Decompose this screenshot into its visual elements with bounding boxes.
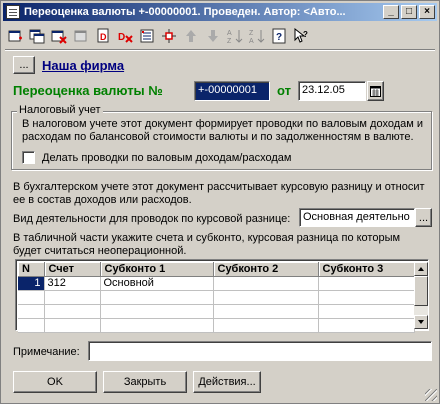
document-title-label: Переоценка валюты № bbox=[13, 83, 163, 98]
table-cell[interactable] bbox=[318, 318, 415, 333]
activity-label: Вид деятельности для проводок по курсово… bbox=[13, 213, 291, 225]
date-prefix-label: от bbox=[277, 83, 291, 98]
column-header-subconto3[interactable]: Субконто 3 bbox=[318, 262, 415, 277]
table-header-row: N Счет Субконто 1 Субконто 2 Субконто 3 bbox=[18, 262, 415, 277]
table-row[interactable] bbox=[18, 290, 415, 305]
column-header-account[interactable]: Счет bbox=[44, 262, 101, 277]
sort-asc-icon[interactable]: AZ bbox=[225, 26, 245, 46]
copy-icon[interactable] bbox=[27, 26, 47, 46]
scroll-up-button[interactable] bbox=[414, 262, 428, 276]
whats-this-icon[interactable]: ? bbox=[291, 26, 311, 46]
unpost-icon[interactable]: D bbox=[115, 26, 135, 46]
tax-group-title: Налоговый учет bbox=[17, 104, 103, 116]
help-icon[interactable]: ? bbox=[269, 26, 289, 46]
table-cell[interactable] bbox=[100, 304, 214, 319]
table-cell[interactable] bbox=[18, 290, 45, 305]
table-cell[interactable] bbox=[18, 304, 45, 319]
table-cell[interactable]: Основной bbox=[100, 276, 214, 291]
table-row[interactable] bbox=[18, 318, 415, 333]
structure-icon[interactable] bbox=[159, 26, 179, 46]
toolbar-separator bbox=[5, 49, 435, 51]
activity-field[interactable]: Основная деятельно bbox=[299, 208, 415, 227]
table-row[interactable] bbox=[18, 304, 415, 319]
table-cell[interactable] bbox=[318, 304, 415, 319]
maximize-button[interactable]: □ bbox=[401, 5, 417, 19]
document-number-field[interactable]: +-00000001 bbox=[194, 81, 270, 101]
close-form-button[interactable]: Закрыть bbox=[103, 371, 187, 393]
arrow-down-icon bbox=[418, 320, 424, 324]
svg-text:D: D bbox=[100, 32, 107, 42]
table-cell[interactable] bbox=[100, 290, 214, 305]
svg-text:Z: Z bbox=[249, 30, 254, 37]
table-note-line2: будет считаться неоперационной. bbox=[13, 245, 187, 257]
toolbar: D D AZ ZA ? ? bbox=[5, 25, 313, 47]
actions-button[interactable]: Действия... bbox=[193, 371, 261, 393]
minimize-button[interactable]: _ bbox=[383, 5, 399, 19]
table-cell[interactable] bbox=[100, 318, 214, 333]
column-header-subconto1[interactable]: Субконто 1 bbox=[100, 262, 214, 277]
post-icon[interactable]: D bbox=[93, 26, 113, 46]
activity-value: Основная деятельно bbox=[303, 211, 410, 223]
window-title: Переоценка валюты +-00000001. Проведен. … bbox=[24, 6, 346, 18]
table-note-line1: В табличной части укажите счета и субкон… bbox=[13, 232, 401, 244]
delete-icon[interactable] bbox=[49, 26, 69, 46]
firm-select-button[interactable]: ... bbox=[13, 56, 35, 74]
movements-icon[interactable] bbox=[137, 26, 157, 46]
close-button[interactable]: × bbox=[419, 5, 435, 19]
tax-postings-checkbox-label[interactable]: Делать проводки по валовым доходам/расхо… bbox=[42, 152, 291, 164]
tax-description-line1: В налоговом учете этот документ формируе… bbox=[22, 118, 424, 130]
sort-desc-icon[interactable]: ZA bbox=[247, 26, 267, 46]
table-cell[interactable] bbox=[213, 318, 319, 333]
table-row[interactable]: 1 312 Основной bbox=[18, 276, 415, 291]
arrow-down-icon[interactable] bbox=[203, 26, 223, 46]
scroll-down-button[interactable] bbox=[414, 315, 428, 329]
table-cell[interactable]: 312 bbox=[44, 276, 101, 291]
tax-description-line2: расходам по балансовой стоимости валюты … bbox=[22, 131, 414, 143]
group-icon[interactable] bbox=[71, 26, 91, 46]
calendar-icon bbox=[370, 85, 381, 97]
firm-link[interactable]: Наша фирма bbox=[42, 58, 124, 73]
note-field[interactable] bbox=[88, 341, 432, 361]
svg-text:?: ? bbox=[303, 30, 308, 39]
table-cell[interactable] bbox=[44, 290, 101, 305]
date-value: 23.12.05 bbox=[302, 84, 345, 96]
tax-postings-checkbox[interactable] bbox=[22, 151, 35, 164]
accounting-description-line2: ее в состав доходов или расходов. bbox=[13, 194, 192, 206]
table-cell[interactable] bbox=[213, 304, 319, 319]
accounting-description-line1: В бухгалтерском учете этот документ расс… bbox=[13, 181, 425, 193]
accounts-table[interactable]: N Счет Субконто 1 Субконто 2 Субконто 3 … bbox=[18, 262, 415, 333]
document-window: Переоценка валюты +-00000001. Проведен. … bbox=[0, 0, 440, 404]
calendar-button[interactable] bbox=[367, 81, 384, 101]
table-cell[interactable]: 1 bbox=[18, 276, 45, 291]
document-icon bbox=[6, 5, 20, 19]
table-cell[interactable] bbox=[318, 290, 415, 305]
date-field[interactable]: 23.12.05 bbox=[298, 81, 366, 101]
table-cell[interactable] bbox=[18, 318, 45, 333]
column-header-subconto2[interactable]: Субконто 2 bbox=[213, 262, 319, 277]
svg-text:D: D bbox=[118, 32, 125, 43]
svg-text:A: A bbox=[227, 30, 232, 37]
arrow-up-icon bbox=[418, 267, 424, 271]
new-icon[interactable] bbox=[5, 26, 25, 46]
svg-text:?: ? bbox=[276, 32, 282, 43]
table-cell[interactable] bbox=[44, 304, 101, 319]
resize-grip[interactable] bbox=[425, 389, 437, 401]
arrow-up-icon[interactable] bbox=[181, 26, 201, 46]
table-vertical-scrollbar[interactable] bbox=[414, 262, 428, 329]
table-cell[interactable] bbox=[213, 290, 319, 305]
svg-text:A: A bbox=[249, 38, 254, 44]
title-bar[interactable]: Переоценка валюты +-00000001. Проведен. … bbox=[3, 3, 437, 21]
note-label: Примечание: bbox=[13, 346, 80, 358]
document-number-value: +-00000001 bbox=[198, 84, 258, 96]
table-cell[interactable] bbox=[44, 318, 101, 333]
table-cell[interactable] bbox=[318, 276, 415, 291]
table-cell[interactable] bbox=[213, 276, 319, 291]
column-header-n[interactable]: N bbox=[18, 262, 45, 277]
ok-button[interactable]: OK bbox=[13, 371, 97, 393]
svg-text:Z: Z bbox=[227, 38, 232, 44]
activity-select-button[interactable]: ... bbox=[415, 208, 432, 227]
scroll-thumb[interactable] bbox=[414, 276, 428, 306]
